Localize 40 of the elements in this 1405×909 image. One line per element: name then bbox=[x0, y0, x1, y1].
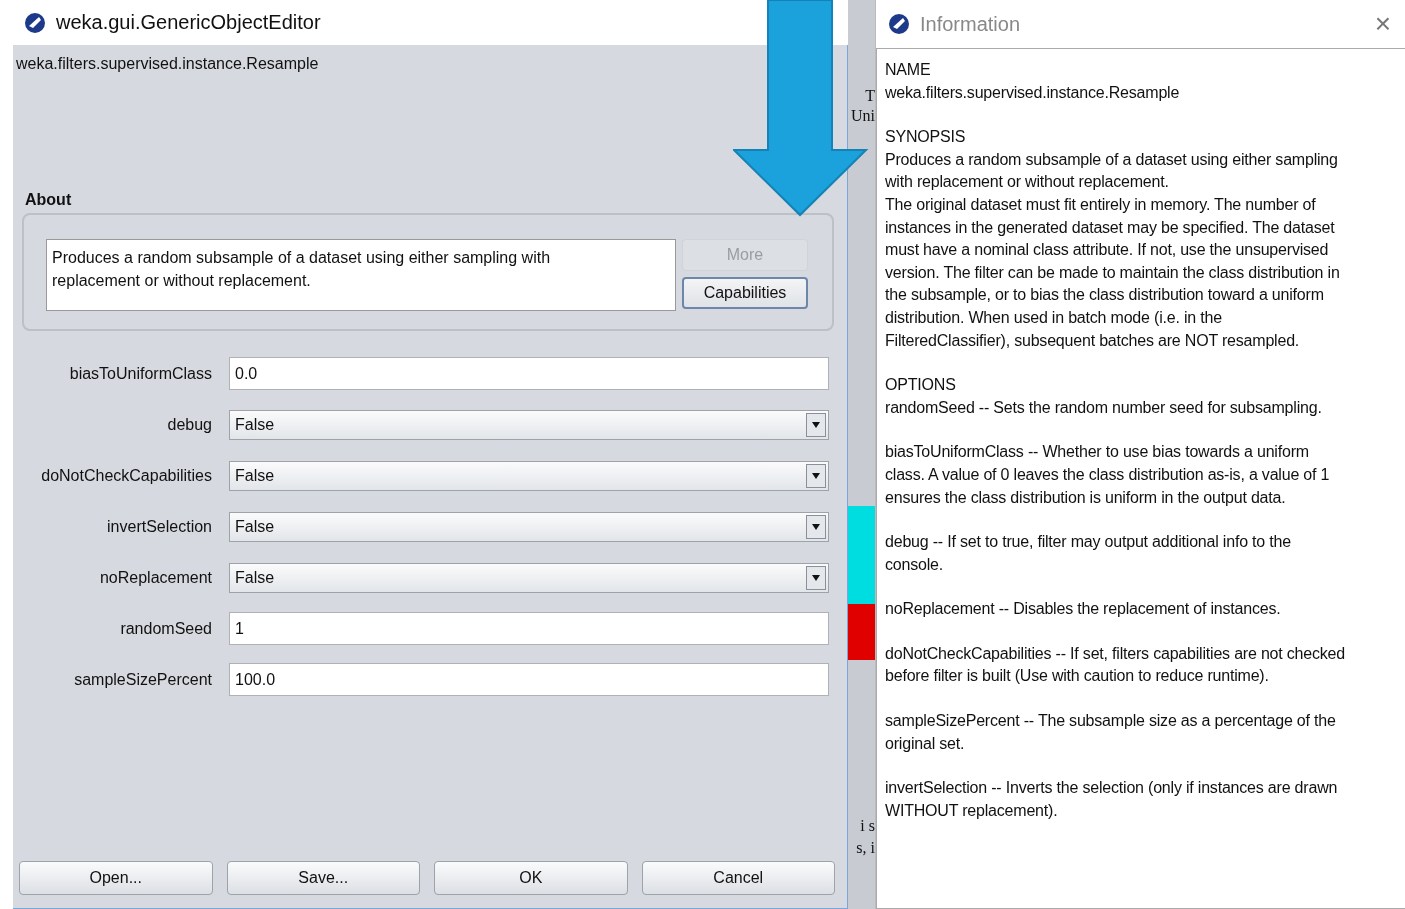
text-fragment: T bbox=[865, 86, 875, 106]
dropdown[interactable]: False bbox=[229, 460, 829, 491]
property-label: invertSelection bbox=[106, 517, 212, 536]
info-paragraph: doNotCheckCapabilities -- If set, filters capabilities are not checked before filter is built (Use with caution to reduce runtime). bbox=[885, 643, 1346, 687]
dialog-button[interactable]: OK bbox=[434, 861, 628, 895]
property-label: biasToUniformClass bbox=[68, 364, 212, 383]
about-text: Produces a random subsample of a dataset using either sampling with replacement or without replacement. bbox=[46, 239, 676, 311]
app-icon bbox=[888, 13, 910, 35]
dialog-button[interactable]: Save... bbox=[226, 861, 420, 895]
info-paragraph: OPTIONS randomSeed -- Sets the random number seed for subsampling. bbox=[885, 375, 1323, 418]
info-paragraph: biasToUniformClass -- Whether to use bias towards a uniform class. A value of 0 leaves the class distribution as-is, a value of 1 ensures the class distribution is uniform in the output data. bbox=[885, 442, 1331, 508]
window-title: weka.gui.GenericObjectEditor bbox=[56, 11, 321, 34]
property-label: noReplacement bbox=[98, 568, 212, 587]
property-label: doNotCheckCapabilities bbox=[40, 466, 212, 485]
property-label: sampleSizePercent bbox=[73, 670, 212, 689]
info-paragraph: SYNOPSIS Produces a random subsample of a dataset using either sampling with replacement or without replacement. The original dataset must fit entirely in memory. The number of instances in the generated dataset may be specified. The dataset must have a nominal class attribute. If not, use the unsupervised version. The filter can be made to maintain the class distribution in the subsample, or to bias the class distribution toward a uniform distribution. When used in batch mode (i.e. in the FilteredClassifier), subsequent batches are NOT resampled. bbox=[885, 127, 1341, 351]
property-label: debug bbox=[166, 415, 212, 434]
info-paragraph: NAME weka.filters.supervised.instance.Resample bbox=[885, 60, 1181, 103]
input-field[interactable]: 0.0 bbox=[229, 357, 829, 390]
dialog-button[interactable]: Open... bbox=[19, 861, 213, 895]
section-label: About bbox=[25, 191, 73, 209]
text-fragment: Uni bbox=[851, 106, 875, 126]
info-paragraph: debug -- If set to true, filter may output additional info to the console. bbox=[885, 532, 1292, 575]
window-title: Information bbox=[920, 12, 1022, 36]
close-button[interactable]: × bbox=[1374, 8, 1405, 40]
text-fragment: i s bbox=[860, 816, 875, 836]
side-button[interactable]: Capabilities bbox=[682, 277, 808, 309]
info-paragraph: invertSelection -- Inverts the selection (only if instances are drawn WITHOUT replacement). bbox=[885, 778, 1339, 821]
dialog-button[interactable]: Cancel bbox=[641, 861, 835, 895]
dropdown[interactable]: False bbox=[229, 562, 829, 593]
text-fragment: s, i bbox=[856, 838, 875, 858]
app-icon bbox=[24, 11, 46, 34]
info-paragraph: sampleSizePercent -- The subsample size as a percentage of the original set. bbox=[885, 711, 1337, 754]
class-name: weka.filters.supervised.instance.Resample bbox=[15, 54, 320, 73]
dropdown[interactable]: False bbox=[229, 511, 829, 542]
info-paragraph: noReplacement -- Disables the replacement of instances. bbox=[885, 599, 1282, 620]
input-field[interactable]: 1 bbox=[229, 612, 829, 645]
property-label: randomSeed bbox=[119, 619, 212, 638]
input-field[interactable]: 100.0 bbox=[229, 663, 829, 696]
dropdown[interactable]: False bbox=[229, 409, 829, 440]
